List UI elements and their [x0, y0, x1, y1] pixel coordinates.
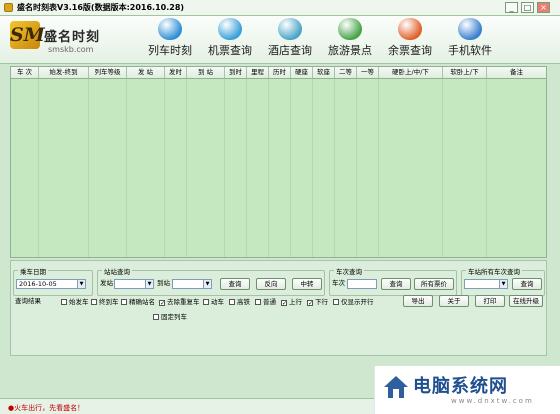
- reverse-button[interactable]: 反向: [256, 278, 286, 290]
- logo-text: 盛名时刻: [44, 30, 101, 45]
- checkbox-origin-trains[interactable]: 始发车: [61, 298, 89, 306]
- checkbox-terminal-trains[interactable]: 终到车: [91, 298, 119, 306]
- col-header[interactable]: 软座: [313, 67, 335, 78]
- query-panel: 乘车日期 2016-10-05 ▼ 站站查询 发站 ▼ 到站 ▼ 查询 反向 中转…: [10, 260, 547, 356]
- col-header[interactable]: 发 站: [127, 67, 165, 78]
- train-number-input[interactable]: [347, 279, 377, 289]
- timetable-grid[interactable]: 车 次 始发-终到 列车等级 发 站 发时 到 站 到时 里程 历时 硬座 软座…: [10, 66, 547, 258]
- chevron-down-icon[interactable]: ▼: [203, 280, 211, 288]
- status-text: ●火车出行，先看盛名！: [8, 404, 85, 412]
- export-button[interactable]: 导出: [403, 295, 433, 307]
- nav-mobile-software[interactable]: 手机软件: [434, 18, 506, 62]
- checkbox-fixed-trains[interactable]: 固定列车: [153, 313, 187, 321]
- logo-mark-icon: SM: [10, 21, 45, 49]
- col-header[interactable]: 硬座: [291, 67, 313, 78]
- window-title: 盛名时刻表V3.16版(数据版本:2016.10.28): [17, 3, 185, 12]
- maximize-button[interactable]: □: [521, 2, 534, 13]
- minimize-button[interactable]: _: [505, 2, 518, 13]
- station-query-group: 站站查询 发站 ▼ 到站 ▼ 查询 反向 中转: [97, 266, 325, 296]
- logo-url: smskb.com: [48, 45, 94, 54]
- logo: SM 盛名时刻 smskb.com: [10, 20, 120, 60]
- landscape-icon: [338, 18, 362, 40]
- chevron-down-icon[interactable]: ▼: [145, 280, 153, 288]
- checkbox-running-only[interactable]: 仅显示开行: [333, 298, 374, 306]
- about-button[interactable]: 关于: [439, 295, 469, 307]
- col-header[interactable]: 二等: [335, 67, 357, 78]
- results-label: 查询结果: [15, 297, 41, 305]
- watermark: 电脑系统网 www.dnxtw.com: [374, 366, 560, 414]
- col-header[interactable]: 到 站: [187, 67, 225, 78]
- all-prices-button[interactable]: 所有票价: [414, 278, 454, 290]
- watermark-text: 电脑系统网: [413, 376, 508, 397]
- house-logo-icon: [384, 376, 408, 398]
- grid-header: 车 次 始发-终到 列车等级 发 站 发时 到 站 到时 里程 历时 硬座 软座…: [11, 67, 546, 79]
- col-header[interactable]: 里程: [247, 67, 269, 78]
- checkbox-downbound[interactable]: ✓ 下行: [307, 298, 328, 307]
- train-query-group: 车次查询 车次 查询 所有票价: [329, 266, 457, 296]
- toolbar: SM 盛名时刻 smskb.com 列车时刻 机票查询 酒店查询 旅游景点 余票…: [0, 16, 560, 64]
- station-all-trains-group: 车站所有车次查询 ▼ 查询: [461, 266, 545, 296]
- print-button[interactable]: 打印: [475, 295, 505, 307]
- col-header[interactable]: 发时: [165, 67, 187, 78]
- watermark-url: www.dnxtw.com: [451, 397, 534, 405]
- title-bar: 盛名时刻表V3.16版(数据版本:2016.10.28) _ □ ×: [0, 0, 560, 16]
- station-all-query-button[interactable]: 查询: [512, 278, 542, 290]
- train-icon: [158, 18, 182, 40]
- station-query-button[interactable]: 查询: [220, 278, 250, 290]
- from-station-select[interactable]: ▼: [114, 279, 154, 289]
- col-header[interactable]: 车 次: [11, 67, 39, 78]
- online-upgrade-button[interactable]: 在线升级: [509, 295, 543, 307]
- col-header[interactable]: 始发-终到: [39, 67, 89, 78]
- checkbox-upbound[interactable]: ✓ 上行: [281, 298, 302, 307]
- hotel-icon: [278, 18, 302, 40]
- chevron-down-icon[interactable]: ▼: [77, 280, 85, 288]
- station-select[interactable]: ▼: [464, 279, 508, 289]
- col-header[interactable]: 备注: [487, 67, 546, 78]
- windows-icon: [398, 18, 422, 40]
- checkbox-exact-station[interactable]: 精确站名: [121, 298, 155, 306]
- airplane-icon: [218, 18, 242, 40]
- col-header[interactable]: 硬卧上/中/下: [379, 67, 443, 78]
- col-header[interactable]: 历时: [269, 67, 291, 78]
- app-icon: [4, 3, 13, 12]
- checkbox-normal[interactable]: 普通: [255, 298, 276, 306]
- col-header[interactable]: 到时: [225, 67, 247, 78]
- col-header[interactable]: 列车等级: [89, 67, 127, 78]
- train-query-button[interactable]: 查询: [381, 278, 411, 290]
- checkbox-high-speed[interactable]: 高铁: [229, 298, 250, 306]
- date-picker[interactable]: 2016-10-05 ▼: [16, 279, 86, 289]
- grid-body: [11, 79, 546, 257]
- transfer-button[interactable]: 中转: [292, 278, 322, 290]
- date-group: 乘车日期 2016-10-05 ▼: [13, 266, 93, 296]
- col-header[interactable]: 软卧上/下: [443, 67, 487, 78]
- close-button[interactable]: ×: [537, 2, 550, 13]
- col-header[interactable]: 一等: [357, 67, 379, 78]
- checkbox-emu[interactable]: 动车: [203, 298, 224, 306]
- checkbox-remove-duplicates[interactable]: ✓ 去除重复车: [159, 298, 200, 307]
- globe-icon: [458, 18, 482, 40]
- to-station-select[interactable]: ▼: [172, 279, 212, 289]
- chevron-down-icon[interactable]: ▼: [499, 280, 507, 288]
